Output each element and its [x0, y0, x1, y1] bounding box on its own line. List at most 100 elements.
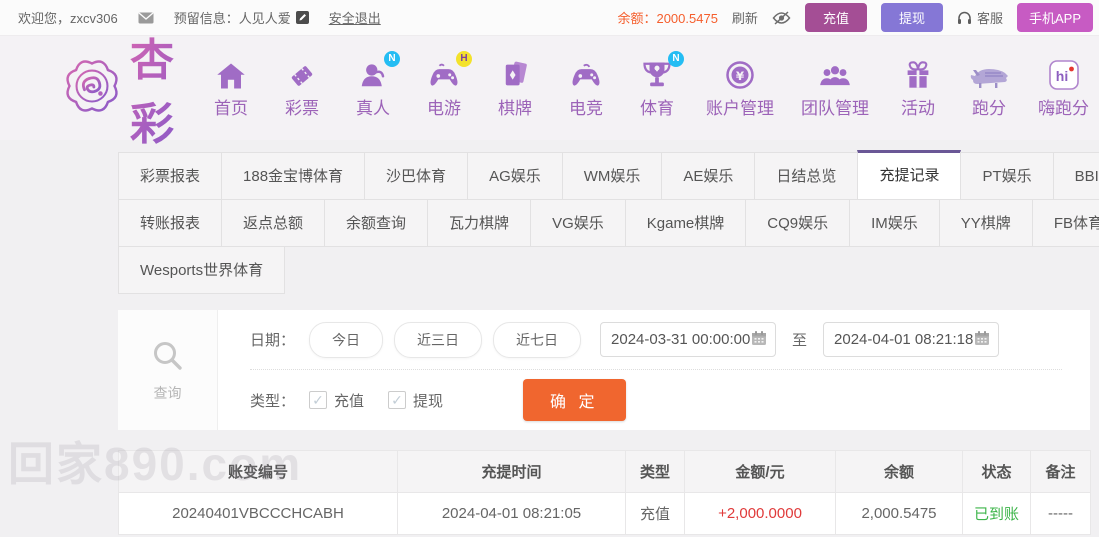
filter-panel: 查询 日期： 今日 近三日 近七日 2024-03-31 00:00:00 至 …: [118, 310, 1090, 430]
logo-text: 杏彩: [130, 24, 193, 152]
tab-bbin[interactable]: BBIN: [1052, 152, 1099, 200]
logo-emblem-icon: [62, 56, 122, 121]
quick-7days-button[interactable]: 近七日: [493, 321, 582, 358]
confirm-button[interactable]: 确 定: [523, 379, 626, 421]
nav-item-home[interactable]: 首页: [209, 58, 253, 119]
tab-row-1: 彩票报表 188金宝博体育 沙巴体育 AG娱乐 WM娱乐 AE娱乐 日结总览 充…: [118, 150, 1099, 200]
recharge-checkbox[interactable]: ✓ 充值: [309, 390, 364, 411]
header-change-id: 账变编号: [118, 450, 398, 493]
query-label: 查询: [153, 384, 182, 401]
tab-wali-cards[interactable]: 瓦力棋牌: [427, 199, 532, 247]
cell-status: 已到账: [962, 492, 1031, 535]
rhino-icon: [969, 58, 1009, 90]
tab-recharge-records[interactable]: 充提记录: [857, 150, 962, 200]
edit-icon[interactable]: [295, 11, 309, 24]
date-from-input[interactable]: 2024-03-31 00:00:00: [600, 322, 777, 357]
search-icon: [150, 338, 186, 379]
records-table: 账变编号 充提时间 类型 金额/元 余额 状态 备注 20240401VBCCC…: [118, 450, 1091, 535]
site-header: 杏彩 首页 彩票 N 真人 H 电游 棋牌 电竞 N 体育 ¥ 账户管理 团队管…: [0, 36, 1099, 149]
nav-item-cards[interactable]: 棋牌: [493, 58, 537, 119]
cards-icon: [501, 58, 529, 90]
tab-saba-sports[interactable]: 沙巴体育: [364, 152, 469, 200]
main-nav: 首页 彩票 N 真人 H 电游 棋牌 电竞 N 体育 ¥ 账户管理 团队管理 活…: [209, 50, 1089, 119]
type-label: 类型：: [250, 392, 296, 410]
header-time: 充提时间: [397, 450, 626, 493]
header-balance: 余额: [835, 450, 963, 493]
nav-item-paofen[interactable]: 跑分: [967, 58, 1011, 119]
cell-amount: +2,000.0000: [684, 492, 836, 535]
tab-lottery-report[interactable]: 彩票报表: [118, 152, 223, 200]
logout-link[interactable]: 安全退出: [329, 8, 381, 27]
calendar-icon[interactable]: [974, 330, 990, 350]
tab-daily-overview[interactable]: 日结总览: [754, 152, 859, 200]
tab-im-casino[interactable]: IM娱乐: [849, 199, 940, 247]
tab-cq9[interactable]: CQ9娱乐: [745, 199, 851, 247]
nav-item-lottery[interactable]: 彩票: [280, 58, 324, 119]
eye-off-icon[interactable]: [772, 10, 791, 25]
cell-remark: -----: [1030, 492, 1091, 535]
svg-text:¥: ¥: [736, 69, 745, 83]
calendar-icon[interactable]: [751, 330, 767, 350]
cell-balance: 2,000.5475: [835, 492, 963, 535]
nav-item-egames[interactable]: H 电游: [422, 50, 472, 119]
coin-icon: ¥: [725, 58, 755, 90]
recharge-checkbox-label: 充值: [334, 392, 365, 410]
date-to-input[interactable]: 2024-04-01 08:21:18: [823, 322, 1000, 357]
cell-type: 充值: [625, 492, 685, 535]
home-icon: [216, 58, 246, 90]
tab-transfer-report[interactable]: 转账报表: [118, 199, 223, 247]
checkbox-check-icon: ✓: [388, 391, 407, 409]
tab-rebate-total[interactable]: 返点总额: [221, 199, 326, 247]
tab-vg[interactable]: VG娱乐: [530, 199, 626, 247]
nav-item-account-management[interactable]: ¥ 账户管理: [706, 58, 774, 119]
report-tabs: 彩票报表 188金宝博体育 沙巴体育 AG娱乐 WM娱乐 AE娱乐 日结总览 充…: [118, 150, 1099, 294]
nav-item-sports[interactable]: N 体育: [635, 50, 684, 119]
nav-item-live-casino[interactable]: N 真人: [351, 50, 400, 119]
customer-service[interactable]: 客服: [957, 8, 1003, 27]
gift-icon: [904, 58, 932, 90]
team-icon: [819, 58, 851, 90]
quick-today-button[interactable]: 今日: [309, 321, 384, 358]
nav-item-promotions[interactable]: 活动: [896, 58, 940, 119]
tab-balance-query[interactable]: 余额查询: [324, 199, 429, 247]
site-logo[interactable]: 杏彩: [62, 24, 193, 152]
trophy-icon: N: [642, 50, 684, 90]
esports-gamepad-icon: [570, 58, 602, 90]
tab-ag[interactable]: AG娱乐: [467, 152, 563, 200]
table-row: 20240401VBCCCHCABH 2024-04-01 08:21:05 充…: [118, 492, 1091, 535]
customer-service-label: 客服: [976, 11, 1003, 26]
mobile-app-button[interactable]: 手机APP: [1016, 3, 1093, 32]
tab-ae[interactable]: AE娱乐: [661, 152, 756, 200]
type-filter-row: 类型： ✓ 充值 ✓ 提现 确 定: [250, 370, 1062, 430]
gamepad-icon: H: [428, 50, 472, 90]
withdraw-checkbox[interactable]: ✓ 提现: [388, 390, 443, 411]
quick-3days-button[interactable]: 近三日: [394, 321, 483, 358]
to-label: 至: [792, 332, 808, 349]
recharge-button[interactable]: 充值: [804, 3, 867, 32]
table-header-row: 账变编号 充提时间 类型 金额/元 余额 状态 备注: [118, 450, 1091, 493]
nav-item-team-management[interactable]: 团队管理: [801, 58, 869, 119]
nav-item-hi-paofen[interactable]: hi 嗨跑分: [1038, 58, 1089, 119]
badge-n: N: [384, 50, 400, 67]
nav-item-esports[interactable]: 电竞: [564, 58, 608, 119]
checkbox-check-icon: ✓: [309, 391, 328, 409]
headset-icon: [957, 11, 972, 25]
tab-wm[interactable]: WM娱乐: [561, 152, 663, 200]
tab-188-sports[interactable]: 188金宝博体育: [221, 152, 366, 200]
tab-fb-sports[interactable]: FB体育: [1031, 199, 1099, 247]
query-rail: 查询: [118, 310, 218, 430]
header-amount: 金额/元: [684, 450, 836, 493]
mail-icon[interactable]: [138, 11, 154, 24]
badge-n: N: [668, 50, 684, 67]
ticket-icon: [288, 58, 316, 90]
withdraw-button[interactable]: 提现: [880, 3, 943, 32]
refresh-link[interactable]: 刷新: [732, 8, 758, 27]
main-content: 彩票报表 188金宝博体育 沙巴体育 AG娱乐 WM娱乐 AE娱乐 日结总览 充…: [0, 150, 1099, 535]
tab-wesports[interactable]: Wesports世界体育: [118, 246, 286, 294]
tab-yy-cards[interactable]: YY棋牌: [938, 199, 1033, 247]
tab-kgame[interactable]: Kgame棋牌: [624, 199, 747, 247]
tab-pt[interactable]: PT娱乐: [960, 152, 1054, 200]
live-dealer-icon: N: [358, 50, 400, 90]
tab-row-3: Wesports世界体育: [118, 246, 1090, 294]
withdraw-checkbox-label: 提现: [413, 392, 444, 410]
